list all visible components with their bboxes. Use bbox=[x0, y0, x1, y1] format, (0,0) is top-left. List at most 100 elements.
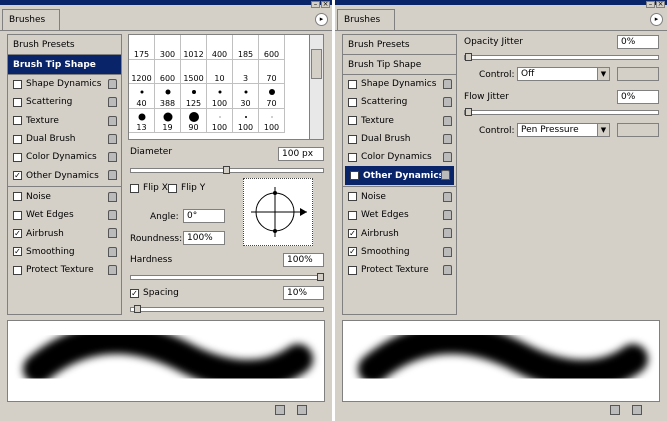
option-checkbox[interactable] bbox=[13, 210, 22, 220]
lock-icon[interactable] bbox=[443, 79, 452, 89]
panel-menu-icon[interactable]: ▸ bbox=[650, 13, 663, 26]
lock-icon[interactable] bbox=[108, 152, 117, 163]
flow-control-select[interactable]: Pen Pressure ▼ bbox=[517, 123, 610, 137]
lock-icon[interactable] bbox=[108, 79, 117, 89]
option-other-dynamics[interactable]: ✓ Other Dynamics bbox=[8, 166, 121, 184]
lock-icon[interactable] bbox=[108, 246, 117, 257]
option-checkbox[interactable] bbox=[348, 134, 357, 144]
brush-tip-cell[interactable]: 40 bbox=[129, 84, 155, 109]
opacity-jitter-slider[interactable] bbox=[464, 53, 659, 61]
option-shape-dynamics[interactable]: Shape Dynamics bbox=[8, 75, 121, 93]
brush-tip-cell[interactable]: 70 bbox=[259, 59, 285, 84]
title-bar[interactable] bbox=[0, 0, 332, 5]
flow-jitter-field[interactable]: 0% bbox=[617, 90, 659, 104]
option-checkbox[interactable] bbox=[348, 192, 357, 202]
lock-icon[interactable] bbox=[108, 170, 117, 181]
option-checkbox[interactable] bbox=[13, 152, 22, 162]
option-checkbox[interactable] bbox=[348, 210, 357, 220]
lock-icon[interactable] bbox=[443, 191, 452, 202]
brush-tip-cell[interactable]: 600 bbox=[155, 59, 181, 84]
option-dual-brush[interactable]: Dual Brush bbox=[343, 130, 456, 148]
title-bar[interactable] bbox=[335, 0, 667, 5]
brush-tip-cell[interactable]: 1012 bbox=[181, 35, 207, 60]
brush-tip-cell[interactable]: 70 bbox=[259, 84, 285, 109]
option-other-dynamics[interactable]: ✓ Other Dynamics bbox=[345, 166, 454, 185]
option-texture[interactable]: Texture bbox=[343, 112, 456, 130]
option-texture[interactable]: Texture bbox=[8, 112, 121, 130]
brush-tip-cell[interactable]: 10 bbox=[207, 59, 233, 84]
lock-icon[interactable] bbox=[108, 133, 117, 144]
option-checkbox[interactable]: ✓ bbox=[13, 171, 22, 181]
close-icon[interactable]: × bbox=[656, 1, 665, 8]
brush-tip-cell[interactable]: 30 bbox=[233, 84, 259, 109]
lock-icon[interactable] bbox=[443, 97, 452, 108]
chevron-down-icon[interactable]: ▼ bbox=[597, 68, 609, 80]
brush-tip-cell[interactable]: 100 bbox=[207, 84, 233, 109]
option-protect-texture[interactable]: Protect Texture bbox=[343, 261, 456, 279]
lock-icon[interactable] bbox=[108, 115, 117, 126]
opacity-jitter-field[interactable]: 0% bbox=[617, 35, 659, 49]
lock-icon[interactable] bbox=[108, 228, 117, 239]
hardness-slider[interactable] bbox=[130, 273, 324, 281]
option-checkbox[interactable] bbox=[13, 79, 22, 89]
brush-tip-cell[interactable]: 100 bbox=[259, 108, 285, 133]
lock-icon[interactable] bbox=[443, 152, 452, 163]
flip-y-option[interactable]: Flip Y bbox=[168, 183, 205, 193]
option-scattering[interactable]: Scattering bbox=[343, 93, 456, 111]
chevron-down-icon[interactable]: ▼ bbox=[597, 124, 609, 136]
brush-tip-cell[interactable]: 1500 bbox=[181, 59, 207, 84]
option-dual-brush[interactable]: Dual Brush bbox=[8, 130, 121, 148]
trash-icon[interactable] bbox=[632, 405, 642, 415]
brush-tip-grid[interactable]: 175 300 1012 400 185 600 1200 600 1500 10 3 70 40 388… bbox=[128, 34, 324, 140]
option-checkbox[interactable]: ✓ bbox=[348, 247, 357, 257]
lock-icon[interactable] bbox=[443, 210, 452, 221]
spacing-checkbox[interactable]: ✓ bbox=[130, 288, 139, 298]
option-checkbox[interactable] bbox=[13, 97, 22, 107]
brush-tip-cell[interactable]: 125 bbox=[181, 84, 207, 109]
brush-tip-cell[interactable]: 1200 bbox=[129, 59, 155, 84]
brush-presets-item[interactable]: Brush Presets bbox=[343, 35, 456, 55]
hardness-field[interactable]: 100% bbox=[283, 253, 324, 267]
option-noise[interactable]: Noise bbox=[8, 188, 121, 206]
option-checkbox[interactable] bbox=[13, 192, 22, 202]
option-smoothing[interactable]: ✓ Smoothing bbox=[343, 243, 456, 261]
spacing-field[interactable]: 10% bbox=[283, 286, 324, 300]
brush-tip-cell[interactable]: 175 bbox=[129, 35, 155, 60]
option-checkbox[interactable]: ✓ bbox=[13, 229, 22, 239]
new-brush-icon[interactable] bbox=[275, 405, 285, 415]
diameter-slider-knob[interactable] bbox=[223, 166, 230, 174]
minimize-icon[interactable]: – bbox=[646, 1, 655, 8]
lock-icon[interactable] bbox=[108, 210, 117, 221]
diameter-slider[interactable] bbox=[130, 166, 324, 174]
brush-tip-cell[interactable]: 300 bbox=[155, 35, 181, 60]
brush-tip-cell[interactable]: 388 bbox=[155, 84, 181, 109]
option-noise[interactable]: Noise bbox=[343, 188, 456, 206]
option-checkbox[interactable]: ✓ bbox=[350, 171, 359, 181]
spacing-slider[interactable] bbox=[130, 305, 324, 313]
angle-roundness-preview[interactable] bbox=[243, 178, 313, 246]
close-icon[interactable]: × bbox=[321, 1, 330, 8]
lock-icon[interactable] bbox=[443, 133, 452, 144]
lock-icon[interactable] bbox=[443, 228, 452, 239]
option-airbrush[interactable]: ✓ Airbrush bbox=[343, 224, 456, 242]
lock-icon[interactable] bbox=[443, 264, 452, 275]
lock-icon[interactable] bbox=[443, 246, 452, 257]
lock-icon[interactable] bbox=[108, 264, 117, 275]
option-color-dynamics[interactable]: Color Dynamics bbox=[343, 148, 456, 166]
flip-y-checkbox[interactable] bbox=[168, 183, 177, 193]
opacity-jitter-knob[interactable] bbox=[465, 53, 472, 61]
option-checkbox[interactable]: ✓ bbox=[348, 229, 357, 239]
spacing-slider-knob[interactable] bbox=[134, 305, 141, 313]
option-smoothing[interactable]: ✓ Smoothing bbox=[8, 243, 121, 261]
option-checkbox[interactable] bbox=[348, 265, 357, 275]
tab-brushes[interactable]: Brushes bbox=[2, 9, 60, 31]
brush-tip-shape-item[interactable]: Brush Tip Shape bbox=[8, 55, 121, 75]
trash-icon[interactable] bbox=[297, 405, 307, 415]
hardness-slider-knob[interactable] bbox=[317, 273, 324, 281]
option-checkbox[interactable]: ✓ bbox=[13, 247, 22, 257]
option-checkbox[interactable] bbox=[348, 116, 357, 126]
option-checkbox[interactable] bbox=[13, 116, 22, 126]
flow-jitter-knob[interactable] bbox=[465, 108, 472, 116]
brush-tip-cell[interactable]: 90 bbox=[181, 108, 207, 133]
option-scattering[interactable]: Scattering bbox=[8, 93, 121, 111]
